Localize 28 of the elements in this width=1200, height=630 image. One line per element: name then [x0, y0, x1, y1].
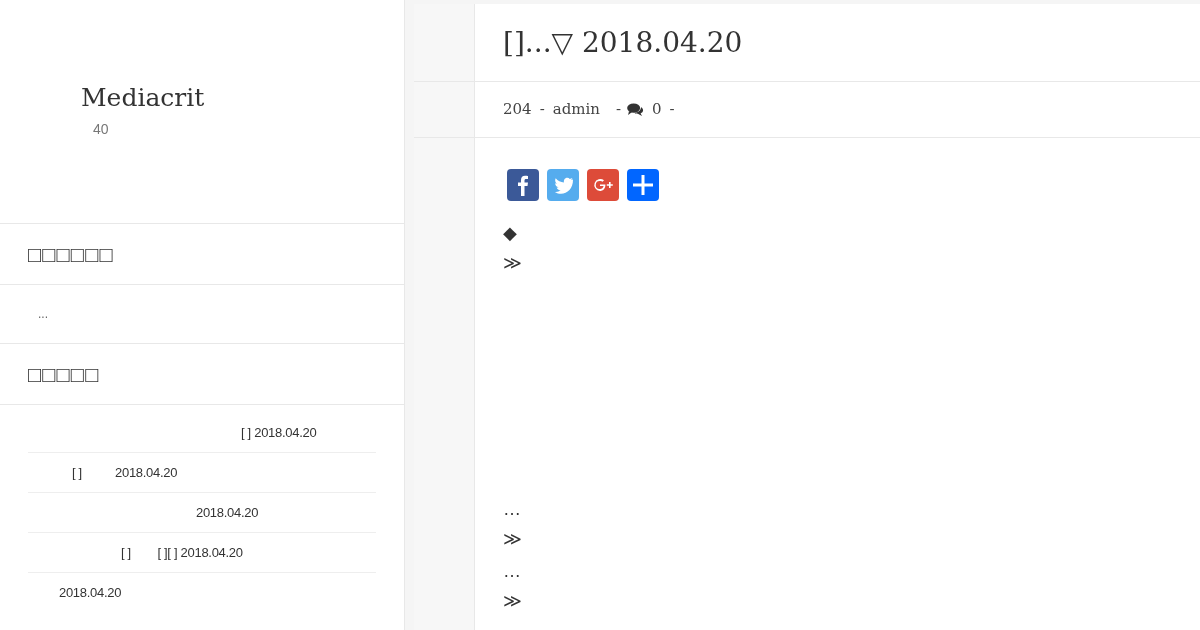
- comment-count: 0: [652, 99, 662, 121]
- google-plus-icon[interactable]: [587, 169, 619, 201]
- author-link[interactable]: admin: [552, 98, 600, 121]
- post-link[interactable]: 2018.04.20: [59, 583, 122, 603]
- widget-heading: □□□□□: [28, 360, 100, 389]
- comments-icon: [627, 103, 645, 116]
- post-link[interactable]: 2018.04.20: [196, 502, 259, 523]
- twitter-icon[interactable]: [547, 169, 579, 201]
- post-link[interactable]: [ ] 2018.04.20: [72, 462, 178, 483]
- body-text: ≫: [503, 253, 522, 273]
- body-text: …: [503, 561, 521, 581]
- separator: -: [669, 99, 675, 121]
- body-text: ◆: [503, 223, 517, 243]
- body-text: ≫: [503, 591, 522, 611]
- separator: -: [615, 99, 622, 121]
- separator: -: [539, 99, 545, 121]
- share-icon[interactable]: [627, 169, 659, 201]
- post-link[interactable]: [ ] 2018.04.20: [241, 422, 317, 443]
- site-subtitle: 40: [93, 120, 109, 139]
- facebook-icon[interactable]: [507, 169, 539, 201]
- body-text: …: [503, 499, 521, 519]
- widget-text: ...: [38, 306, 48, 323]
- post-title: []...▽ 2018.04.20: [503, 24, 743, 61]
- view-count: 204: [503, 99, 532, 121]
- body-text: ≫: [503, 529, 522, 549]
- post-link[interactable]: [ ] [ ][ ] 2018.04.20: [121, 542, 243, 563]
- widget-heading: □□□□□□: [28, 240, 114, 269]
- site-title[interactable]: Mediacrit: [81, 83, 205, 113]
